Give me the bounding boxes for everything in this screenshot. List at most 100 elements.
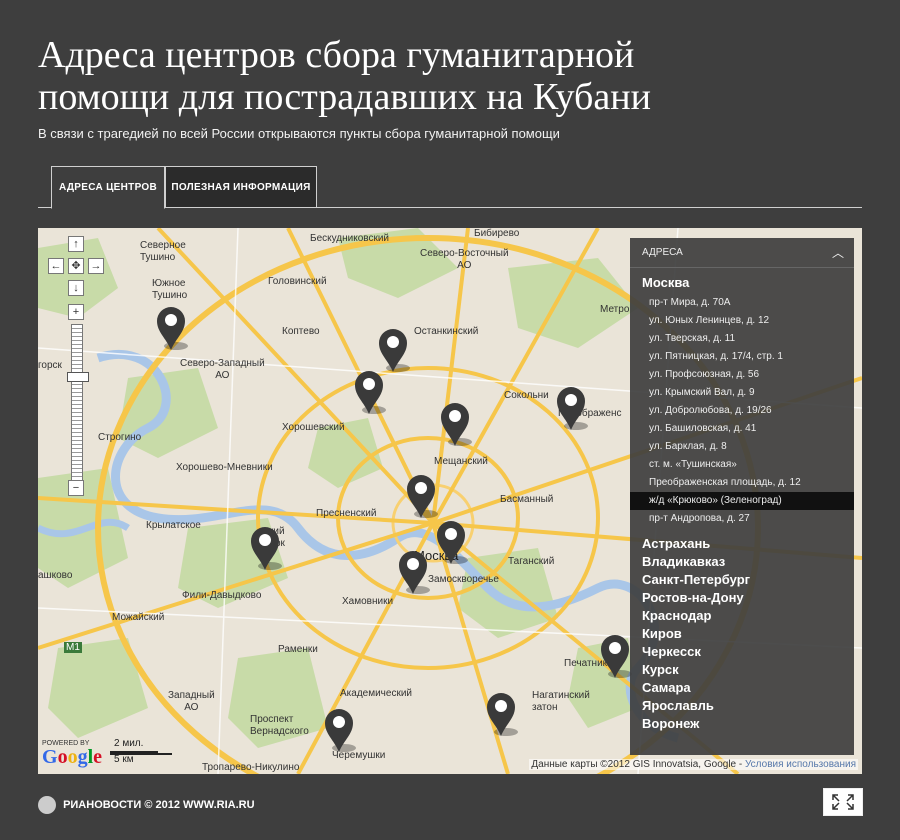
city-item[interactable]: Воронеж [630, 715, 854, 733]
tab-bar: АДРЕСА ЦЕНТРОВ ПОЛЕЗНАЯ ИНФОРМАЦИЯ [38, 166, 862, 209]
address-item[interactable]: пр-т Мира, д. 70А [630, 294, 854, 312]
city-list: Астрахань Владикавказ Санкт-Петербург Росто… [630, 535, 854, 733]
map-label: Басманный [500, 494, 554, 505]
map-label: Проспект Вернадского [250, 714, 309, 737]
map-label: Северо-Восточный АО [420, 248, 509, 271]
pan-right-button[interactable]: → [88, 258, 104, 274]
title-line-2: помощи для пострадавших на Кубани [38, 76, 651, 118]
map-credits: Данные карты ©2012 GIS Innovatsia, Googl… [529, 759, 858, 770]
map-label: Коптево [282, 326, 320, 337]
map-label: Хамовники [342, 596, 394, 607]
map-marker-icon[interactable] [438, 400, 472, 448]
map-marker-icon[interactable] [554, 384, 588, 432]
map-label: Фили-Давыдково [182, 590, 262, 601]
address-item[interactable]: ул. Тверская, д. 11 [630, 330, 854, 348]
map-marker-icon[interactable] [434, 518, 468, 566]
tab-addresses[interactable]: АДРЕСА ЦЕНТРОВ [51, 166, 165, 209]
terms-link[interactable]: Условия использования [745, 759, 856, 770]
map-label: Раменки [278, 644, 318, 655]
address-item[interactable]: ул. Профсоюзная, д. 56 [630, 366, 854, 384]
zoom-slider-track[interactable] [71, 324, 83, 484]
pan-up-button[interactable]: ↑ [68, 236, 84, 252]
city-item[interactable]: Владикавказ [630, 553, 854, 571]
address-item[interactable]: пр-т Андропова, д. 27 [630, 510, 854, 528]
map-label: Северо-Западный АО [180, 358, 265, 381]
map-label: Замоскворечье [428, 574, 499, 585]
map-label: Можайский [112, 612, 165, 623]
map-marker-icon[interactable] [376, 326, 410, 374]
city-item[interactable]: Киров [630, 625, 854, 643]
page-subtitle: В связи с трагедией по всей России откры… [38, 126, 560, 141]
fullscreen-button[interactable] [823, 788, 863, 816]
google-logo[interactable]: POWERED BY Google [42, 740, 102, 768]
city-item[interactable]: Ярославль [630, 697, 854, 715]
copyright: © 2012 WWW.RIA.RU [144, 798, 255, 811]
map-marker-icon[interactable] [484, 690, 518, 738]
map-label: Нагатинский затон [532, 690, 590, 713]
map-label: Хорошево-Мневники [176, 462, 273, 473]
pan-left-button[interactable]: ← [48, 258, 64, 274]
address-item[interactable]: ул. Барклая, д. 8 [630, 438, 854, 456]
scale-miles: 2 мил. [114, 738, 144, 749]
city-item[interactable]: Самара [630, 679, 854, 697]
zoom-out-button[interactable]: − [68, 480, 84, 496]
map-label: Мещанский [434, 456, 488, 467]
city-item[interactable]: Черкесск [630, 643, 854, 661]
ria-logo-text: РИАНОВОСТИ [63, 798, 142, 811]
map-label: Хорошевский [282, 422, 345, 433]
address-item[interactable]: Преображенская площадь, д. 12 [630, 474, 854, 492]
city-item[interactable]: Санкт-Петербург [630, 571, 854, 589]
pan-down-button[interactable]: ↓ [68, 280, 84, 296]
ria-logo[interactable]: РИАНОВОСТИ © 2012 WWW.RIA.RU [38, 796, 255, 814]
page-title: Адреса центров сбора гуманитарной помощи… [38, 34, 878, 118]
globe-icon [38, 796, 56, 814]
chevron-up-icon[interactable]: ︿ [832, 238, 844, 268]
address-item[interactable]: ул. Пятницкая, д. 17/4, стр. 1 [630, 348, 854, 366]
address-item[interactable]: ж/д «Крюково» (Зеленоград) [630, 492, 854, 510]
city-item[interactable]: Ростов-на-Дону [630, 589, 854, 607]
map-label: Пресненский [316, 508, 377, 519]
map-label: Академический [340, 688, 413, 699]
zoom-slider-thumb[interactable] [67, 372, 89, 382]
panel-header[interactable]: АДРЕСА ︿ [630, 238, 854, 268]
address-item[interactable]: ст. м. «Тушинская» [630, 456, 854, 474]
map-marker-icon[interactable] [352, 368, 386, 416]
map-marker-icon[interactable] [248, 524, 282, 572]
map-view[interactable]: Северное Тушино Бескудниковский Бибирево… [38, 228, 862, 774]
title-line-1: Адреса центров сбора гуманитарной [38, 34, 635, 76]
map-marker-icon[interactable] [404, 472, 438, 520]
map-data-credit: Данные карты ©2012 GIS Innovatsia, Googl… [531, 759, 743, 770]
panel-title: АДРЕСА [642, 247, 683, 258]
map-label: ашково [38, 570, 73, 581]
map-label: Бескудниковский [310, 233, 390, 244]
map-marker-icon[interactable] [154, 304, 188, 352]
map-label: Останкинский [414, 326, 479, 337]
map-parks [38, 228, 638, 748]
map-label: горск [38, 360, 62, 371]
city-moscow[interactable]: Москва [630, 275, 854, 290]
city-item[interactable]: Курск [630, 661, 854, 679]
map-label: Таганский [508, 556, 555, 567]
map-label: Крылатское [146, 520, 201, 531]
address-item[interactable]: ул. Крымский Вал, д. 9 [630, 384, 854, 402]
map-marker-icon[interactable] [396, 548, 430, 596]
pan-center-button[interactable]: ✥ [68, 258, 84, 274]
address-item[interactable]: ул. Добролюбова, д. 19/26 [630, 402, 854, 420]
map-label: Северное Тушино [140, 240, 186, 263]
map-label: Метро [600, 304, 630, 315]
road-shield: M1 [64, 642, 82, 653]
scale-km: 5 км [114, 754, 134, 765]
map-label: Южное Тушино [152, 278, 188, 301]
zoom-in-button[interactable]: + [68, 304, 84, 320]
map-label: Западный АО [168, 690, 215, 713]
address-item[interactable]: ул. Башиловская, д. 41 [630, 420, 854, 438]
city-item[interactable]: Краснодар [630, 607, 854, 625]
city-item[interactable]: Астрахань [630, 535, 854, 553]
tab-useful-info[interactable]: ПОЛЕЗНАЯ ИНФОРМАЦИЯ [165, 166, 317, 208]
address-item[interactable]: ул. Юных Ленинцев, д. 12 [630, 312, 854, 330]
map-label: Сокольни [504, 390, 549, 401]
map-scale: 2 мил. 5 км [110, 738, 220, 768]
map-label: Головинский [268, 276, 327, 287]
map-marker-icon[interactable] [322, 706, 356, 754]
map-marker-icon[interactable] [598, 632, 632, 680]
